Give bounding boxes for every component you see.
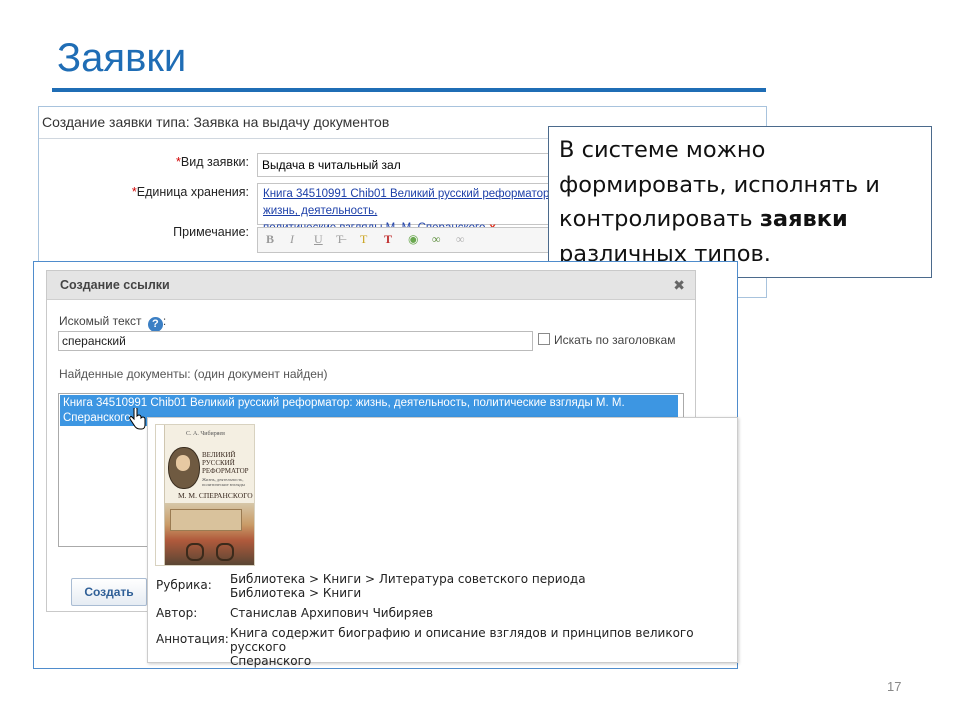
page-number: 17 <box>887 679 902 694</box>
italic-icon[interactable]: I <box>290 232 294 247</box>
unit-label: *Единица хранения: <box>131 185 249 199</box>
search-headings-checkbox[interactable] <box>538 333 550 345</box>
type-label: *Вид заявки: <box>176 155 249 169</box>
annotation-label: Аннотация: <box>156 632 229 646</box>
create-button[interactable]: Создать <box>71 578 147 606</box>
bold-icon[interactable]: B <box>266 232 274 247</box>
strikethrough-icon[interactable]: T̶ <box>336 232 343 247</box>
note-editor-toolbar: B I U T̶ T T ◉ ∞ ∞ <box>257 227 549 253</box>
book-cover-image: С. А. Чибиряев ВЕЛИКИЙ РУССКИЙ РЕФОРМАТОР … <box>155 424 255 566</box>
search-label: Искомый текст ?: <box>59 314 167 332</box>
search-input[interactable]: сперанский <box>58 331 533 351</box>
close-icon[interactable]: ✖ <box>673 271 685 299</box>
callout-bold: заявки <box>759 206 848 232</box>
storage-unit-field[interactable]: Книга 34510991 Chib01 Великий русский ре… <box>257 183 554 234</box>
rubric-label: Рубрика: <box>156 578 212 592</box>
slide-title: Заявки <box>57 36 187 80</box>
link-dialog-title: Создание ссылки <box>60 278 170 292</box>
storage-unit-link[interactable]: Книга 34510991 Chib01 Великий русский ре… <box>263 188 553 217</box>
link-icon[interactable]: ∞ <box>432 232 441 247</box>
annotation-value: Книга содержит биографию и описание взгл… <box>230 626 694 668</box>
highlight-icon[interactable]: T <box>360 232 367 247</box>
help-icon[interactable]: ? <box>147 317 163 332</box>
hand-cursor-icon <box>129 408 146 430</box>
document-preview-popup: С. А. Чибиряев ВЕЛИКИЙ РУССКИЙ РЕФОРМАТОР … <box>147 417 738 668</box>
title-underline <box>52 88 766 92</box>
author-value: Станислав Архипович Чибиряев <box>230 606 434 620</box>
rubric-value: Библиотека > Книги > Литература советско… <box>230 572 586 600</box>
author-label: Автор: <box>156 606 198 620</box>
search-headings-option[interactable]: Искать по заголовкам <box>538 333 675 347</box>
link-dialog-header: Создание ссылки ✖ <box>47 271 695 300</box>
unlink-icon[interactable]: ∞ <box>456 232 465 247</box>
callout-box: В системе можно формировать, исполнять и… <box>548 126 932 278</box>
found-documents-label: Найденные документы: (один документ найд… <box>59 367 328 381</box>
note-label: Примечание: <box>173 225 249 239</box>
clear-format-icon[interactable]: T <box>384 232 392 247</box>
type-field[interactable]: Выдача в читальный зал <box>257 153 553 177</box>
underline-icon[interactable]: U <box>314 232 323 247</box>
callout-text: В системе можно формировать, исполнять и… <box>559 137 880 267</box>
image-icon[interactable]: ◉ <box>408 232 418 247</box>
